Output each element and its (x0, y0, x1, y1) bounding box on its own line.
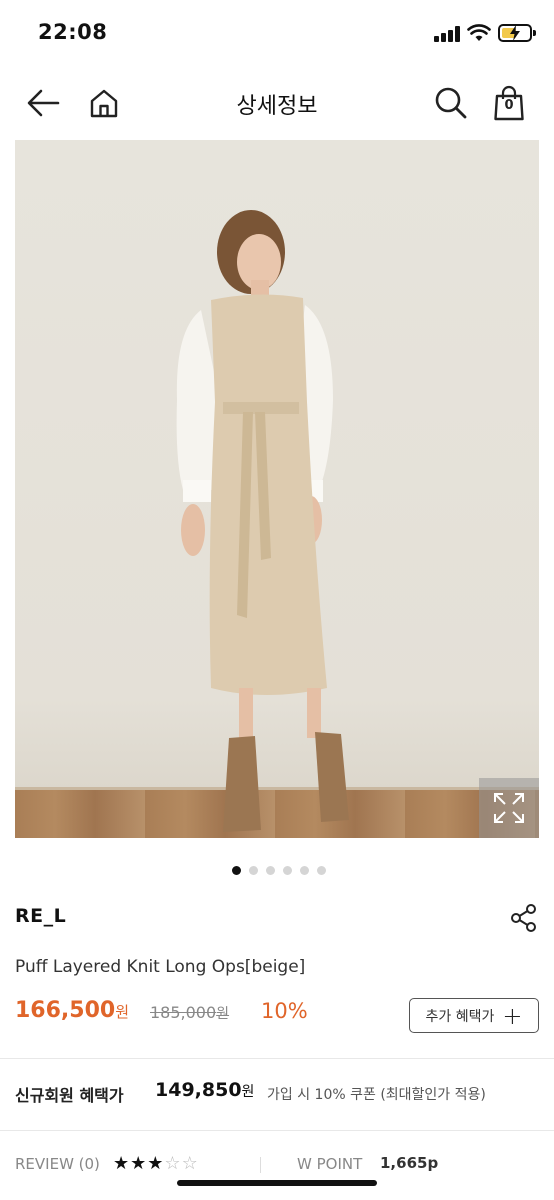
sale-price: 166,500원 (15, 998, 130, 1023)
search-icon[interactable] (432, 84, 470, 122)
model-figure (176, 210, 349, 832)
wifi-icon (467, 24, 491, 41)
review-row: REVIEW (0) ★★★☆☆ W POINT 1,665p (15, 1153, 545, 1177)
status-bar: 22:08 (0, 0, 554, 66)
plus-icon: + (502, 1001, 523, 1030)
product-image[interactable] (15, 140, 539, 838)
star-filled-icon: ★ (147, 1153, 165, 1174)
discount-rate: 10% (261, 999, 308, 1023)
product-name: Puff Layered Knit Long Ops[beige] (15, 957, 306, 977)
star-empty-icon: ☆ (164, 1153, 182, 1174)
review-link[interactable]: REVIEW (0) (15, 1155, 100, 1173)
signal-icon (434, 26, 460, 42)
star-filled-icon: ★ (113, 1153, 131, 1174)
member-price-label: 신규회원 혜택가 (15, 1086, 124, 1105)
share-icon[interactable] (510, 903, 538, 933)
expand-icon (494, 793, 524, 823)
brand-name[interactable]: RE_L (15, 905, 66, 927)
shopping-bag-icon[interactable]: 0 (490, 84, 528, 122)
original-price: 185,000원 (150, 1003, 230, 1022)
gallery-dot-3[interactable] (266, 866, 275, 875)
cart-count-badge: 0 (504, 98, 514, 113)
member-price: 149,850원 (155, 1079, 255, 1101)
member-price-row: 신규회원 혜택가 149,850원 가입 시 10% 쿠폰 (최대할인가 적용) (15, 1079, 545, 1109)
expand-image-button[interactable] (479, 778, 539, 838)
member-price-note: 가입 시 10% 쿠폰 (최대할인가 적용) (267, 1087, 486, 1103)
home-indicator[interactable] (177, 1180, 377, 1186)
star-filled-icon: ★ (130, 1153, 148, 1174)
top-nav: 상세정보 0 (0, 66, 554, 140)
gallery-dot-5[interactable] (300, 866, 309, 875)
wpoint-value: 1,665p (380, 1154, 439, 1172)
gallery-dot-2[interactable] (249, 866, 258, 875)
gallery-pagination (232, 866, 326, 876)
page-title: 상세정보 (236, 94, 318, 119)
extra-benefit-button[interactable]: 추가 혜택가 + (409, 998, 539, 1033)
gallery-dot-4[interactable] (283, 866, 292, 875)
bolt-icon (510, 25, 520, 41)
battery-tip (533, 30, 536, 36)
gallery-dot-1[interactable] (232, 866, 241, 875)
divider (260, 1157, 261, 1173)
divider (0, 1130, 554, 1131)
extra-benefit-label: 추가 혜택가 (425, 1008, 495, 1025)
divider (0, 1058, 554, 1059)
rating-stars: ★★★☆☆ (113, 1153, 199, 1174)
gallery-dot-6[interactable] (317, 866, 326, 875)
star-empty-icon: ☆ (181, 1153, 199, 1174)
status-time: 22:08 (38, 20, 108, 44)
wpoint-label: W POINT (297, 1155, 363, 1173)
